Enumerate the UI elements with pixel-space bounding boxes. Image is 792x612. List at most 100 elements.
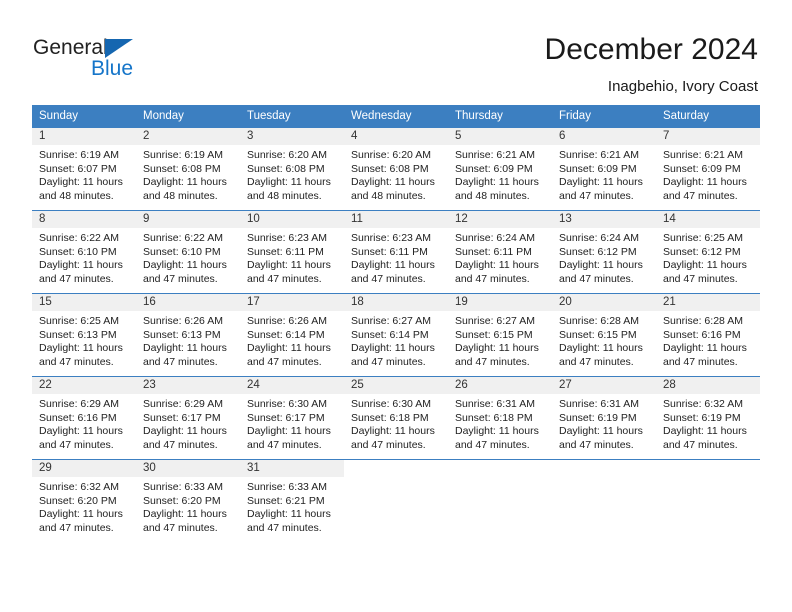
daylight-text-line2: and 48 minutes.	[351, 189, 426, 202]
calendar-day-cell[interactable]: 4 Sunrise: 6:20 AM Sunset: 6:08 PM Daylight…	[344, 127, 448, 211]
daylight-text-line1: Daylight: 11 hours	[39, 425, 123, 438]
sunset-text: Sunset: 6:11 PM	[455, 245, 532, 258]
daylight-text-line1: Daylight: 11 hours	[247, 425, 331, 438]
sunrise-text: Sunrise: 6:26 AM	[143, 315, 223, 327]
calendar-day-cell[interactable]: 17 Sunrise: 6:26 AM Sunset: 6:14 PM Dayligh…	[240, 293, 344, 377]
sunset-text: Sunset: 6:13 PM	[143, 328, 221, 341]
calendar-day-cell[interactable]: 19 Sunrise: 6:27 AM Sunset: 6:15 PM Dayligh…	[448, 293, 552, 377]
calendar-day-cell[interactable]: 16 Sunrise: 6:26 AM Sunset: 6:13 PM Dayligh…	[136, 293, 240, 377]
day-details: Sunrise: 6:30 AM Sunset: 6:17 PM Daylight:…	[240, 394, 344, 452]
sunset-text: Sunset: 6:16 PM	[39, 411, 117, 424]
day-number: 14	[656, 211, 760, 228]
calendar-day-cell[interactable]: 26 Sunrise: 6:31 AM Sunset: 6:18 PM Dayligh…	[448, 376, 552, 460]
day-details: Sunrise: 6:25 AM Sunset: 6:12 PM Daylight:…	[656, 228, 760, 286]
page-header: General Blue December 2024 Inagbehio, Iv…	[0, 0, 792, 100]
daylight-text-line1: Daylight: 11 hours	[39, 508, 123, 521]
day-details: Sunrise: 6:33 AM Sunset: 6:20 PM Daylight:…	[136, 477, 240, 535]
calendar-day-cell[interactable]: 11 Sunrise: 6:23 AM Sunset: 6:11 PM Dayligh…	[344, 210, 448, 294]
calendar-week-row: 1 Sunrise: 6:19 AM Sunset: 6:07 PM Daylight…	[32, 127, 760, 211]
daylight-text-line1: Daylight: 11 hours	[559, 176, 643, 189]
daylight-text-line2: and 47 minutes.	[247, 355, 322, 368]
daylight-text-line2: and 47 minutes.	[351, 438, 426, 451]
day-details: Sunrise: 6:19 AM Sunset: 6:07 PM Daylight:…	[32, 145, 136, 203]
daylight-text-line2: and 47 minutes.	[143, 272, 218, 285]
daylight-text-line2: and 47 minutes.	[455, 355, 530, 368]
day-details: Sunrise: 6:23 AM Sunset: 6:11 PM Daylight:…	[240, 228, 344, 286]
sunset-text: Sunset: 6:13 PM	[39, 328, 117, 341]
calendar-week-row: 8 Sunrise: 6:22 AM Sunset: 6:10 PM Daylight…	[32, 210, 760, 294]
day-number: 15	[32, 294, 136, 311]
day-number: 3	[240, 128, 344, 145]
sunset-text: Sunset: 6:19 PM	[559, 411, 637, 424]
daylight-text-line1: Daylight: 11 hours	[663, 425, 747, 438]
sunrise-text: Sunrise: 6:24 AM	[455, 232, 535, 244]
daylight-text-line2: and 47 minutes.	[559, 438, 634, 451]
sunrise-text: Sunrise: 6:22 AM	[39, 232, 119, 244]
calendar-day-cell[interactable]: 22 Sunrise: 6:29 AM Sunset: 6:16 PM Dayligh…	[32, 376, 136, 460]
calendar-page: General Blue December 2024 Inagbehio, Iv…	[0, 0, 792, 612]
weekday-header-tuesday: Tuesday	[240, 105, 344, 128]
daylight-text-line2: and 47 minutes.	[143, 521, 218, 534]
calendar-day-cell[interactable]: 25 Sunrise: 6:30 AM Sunset: 6:18 PM Dayligh…	[344, 376, 448, 460]
calendar-day-cell[interactable]: 20 Sunrise: 6:28 AM Sunset: 6:15 PM Dayligh…	[552, 293, 656, 377]
daylight-text-line2: and 48 minutes.	[143, 189, 218, 202]
day-number: 23	[136, 377, 240, 394]
calendar-day-cell[interactable]: 15 Sunrise: 6:25 AM Sunset: 6:13 PM Dayligh…	[32, 293, 136, 377]
calendar-day-cell[interactable]: 28 Sunrise: 6:32 AM Sunset: 6:19 PM Dayligh…	[656, 376, 760, 460]
calendar-day-cell[interactable]: 18 Sunrise: 6:27 AM Sunset: 6:14 PM Dayligh…	[344, 293, 448, 377]
calendar-day-cell[interactable]: 1 Sunrise: 6:19 AM Sunset: 6:07 PM Daylight…	[32, 127, 136, 211]
calendar-day-cell[interactable]: 12 Sunrise: 6:24 AM Sunset: 6:11 PM Dayligh…	[448, 210, 552, 294]
sunrise-text: Sunrise: 6:33 AM	[247, 481, 327, 493]
calendar-table: Sunday Monday Tuesday Wednesday Thursday…	[32, 105, 760, 538]
daylight-text-line1: Daylight: 11 hours	[247, 508, 331, 521]
sunrise-text: Sunrise: 6:27 AM	[351, 315, 431, 327]
day-number: 1	[32, 128, 136, 145]
sunrise-text: Sunrise: 6:19 AM	[143, 149, 223, 161]
calendar-day-cell[interactable]: 31 Sunrise: 6:33 AM Sunset: 6:21 PM Dayligh…	[240, 459, 344, 538]
day-number: 9	[136, 211, 240, 228]
calendar-day-cell[interactable]: 8 Sunrise: 6:22 AM Sunset: 6:10 PM Daylight…	[32, 210, 136, 294]
calendar-day-cell[interactable]: 3 Sunrise: 6:20 AM Sunset: 6:08 PM Daylight…	[240, 127, 344, 211]
calendar-day-cell[interactable]: 27 Sunrise: 6:31 AM Sunset: 6:19 PM Dayligh…	[552, 376, 656, 460]
daylight-text-line2: and 47 minutes.	[663, 355, 738, 368]
day-details: Sunrise: 6:33 AM Sunset: 6:21 PM Daylight:…	[240, 477, 344, 535]
calendar-week-row: 29 Sunrise: 6:32 AM Sunset: 6:20 PM Dayligh…	[32, 459, 760, 538]
calendar-day-cell[interactable]: 10 Sunrise: 6:23 AM Sunset: 6:11 PM Dayligh…	[240, 210, 344, 294]
day-number: 12	[448, 211, 552, 228]
sunset-text: Sunset: 6:19 PM	[663, 411, 741, 424]
sunset-text: Sunset: 6:14 PM	[247, 328, 325, 341]
calendar-day-cell[interactable]: 14 Sunrise: 6:25 AM Sunset: 6:12 PM Dayligh…	[656, 210, 760, 294]
day-details: Sunrise: 6:32 AM Sunset: 6:19 PM Daylight:…	[656, 394, 760, 452]
day-number	[552, 460, 656, 477]
day-number: 29	[32, 460, 136, 477]
calendar-day-cell[interactable]: 7 Sunrise: 6:21 AM Sunset: 6:09 PM Daylight…	[656, 127, 760, 211]
day-details: Sunrise: 6:26 AM Sunset: 6:13 PM Daylight:…	[136, 311, 240, 369]
day-details: Sunrise: 6:21 AM Sunset: 6:09 PM Daylight:…	[656, 145, 760, 203]
daylight-text-line1: Daylight: 11 hours	[351, 342, 435, 355]
calendar-day-cell[interactable]: 9 Sunrise: 6:22 AM Sunset: 6:10 PM Daylight…	[136, 210, 240, 294]
daylight-text-line1: Daylight: 11 hours	[351, 176, 435, 189]
calendar-day-cell[interactable]: 6 Sunrise: 6:21 AM Sunset: 6:09 PM Daylight…	[552, 127, 656, 211]
daylight-text-line1: Daylight: 11 hours	[351, 425, 435, 438]
calendar-day-cell[interactable]: 23 Sunrise: 6:29 AM Sunset: 6:17 PM Dayligh…	[136, 376, 240, 460]
sunset-text: Sunset: 6:08 PM	[143, 162, 221, 175]
calendar-day-cell[interactable]: 29 Sunrise: 6:32 AM Sunset: 6:20 PM Dayligh…	[32, 459, 136, 538]
daylight-text-line1: Daylight: 11 hours	[39, 176, 123, 189]
calendar-day-cell[interactable]: 21 Sunrise: 6:28 AM Sunset: 6:16 PM Dayligh…	[656, 293, 760, 377]
calendar-body: 1 Sunrise: 6:19 AM Sunset: 6:07 PM Daylight…	[32, 127, 760, 538]
day-number: 19	[448, 294, 552, 311]
daylight-text-line1: Daylight: 11 hours	[143, 176, 227, 189]
calendar-day-cell[interactable]: 5 Sunrise: 6:21 AM Sunset: 6:09 PM Daylight…	[448, 127, 552, 211]
day-details: Sunrise: 6:29 AM Sunset: 6:16 PM Daylight:…	[32, 394, 136, 452]
day-number: 17	[240, 294, 344, 311]
daylight-text-line1: Daylight: 11 hours	[247, 176, 331, 189]
calendar-day-cell[interactable]: 2 Sunrise: 6:19 AM Sunset: 6:08 PM Daylight…	[136, 127, 240, 211]
sunset-text: Sunset: 6:08 PM	[351, 162, 429, 175]
sunset-text: Sunset: 6:18 PM	[351, 411, 429, 424]
calendar-day-cell[interactable]: 24 Sunrise: 6:30 AM Sunset: 6:17 PM Dayligh…	[240, 376, 344, 460]
calendar-day-cell[interactable]: 13 Sunrise: 6:24 AM Sunset: 6:12 PM Dayligh…	[552, 210, 656, 294]
sunrise-text: Sunrise: 6:21 AM	[559, 149, 639, 161]
calendar-day-cell[interactable]: 30 Sunrise: 6:33 AM Sunset: 6:20 PM Dayligh…	[136, 459, 240, 538]
day-number: 20	[552, 294, 656, 311]
calendar-day-cell-empty	[656, 459, 760, 538]
